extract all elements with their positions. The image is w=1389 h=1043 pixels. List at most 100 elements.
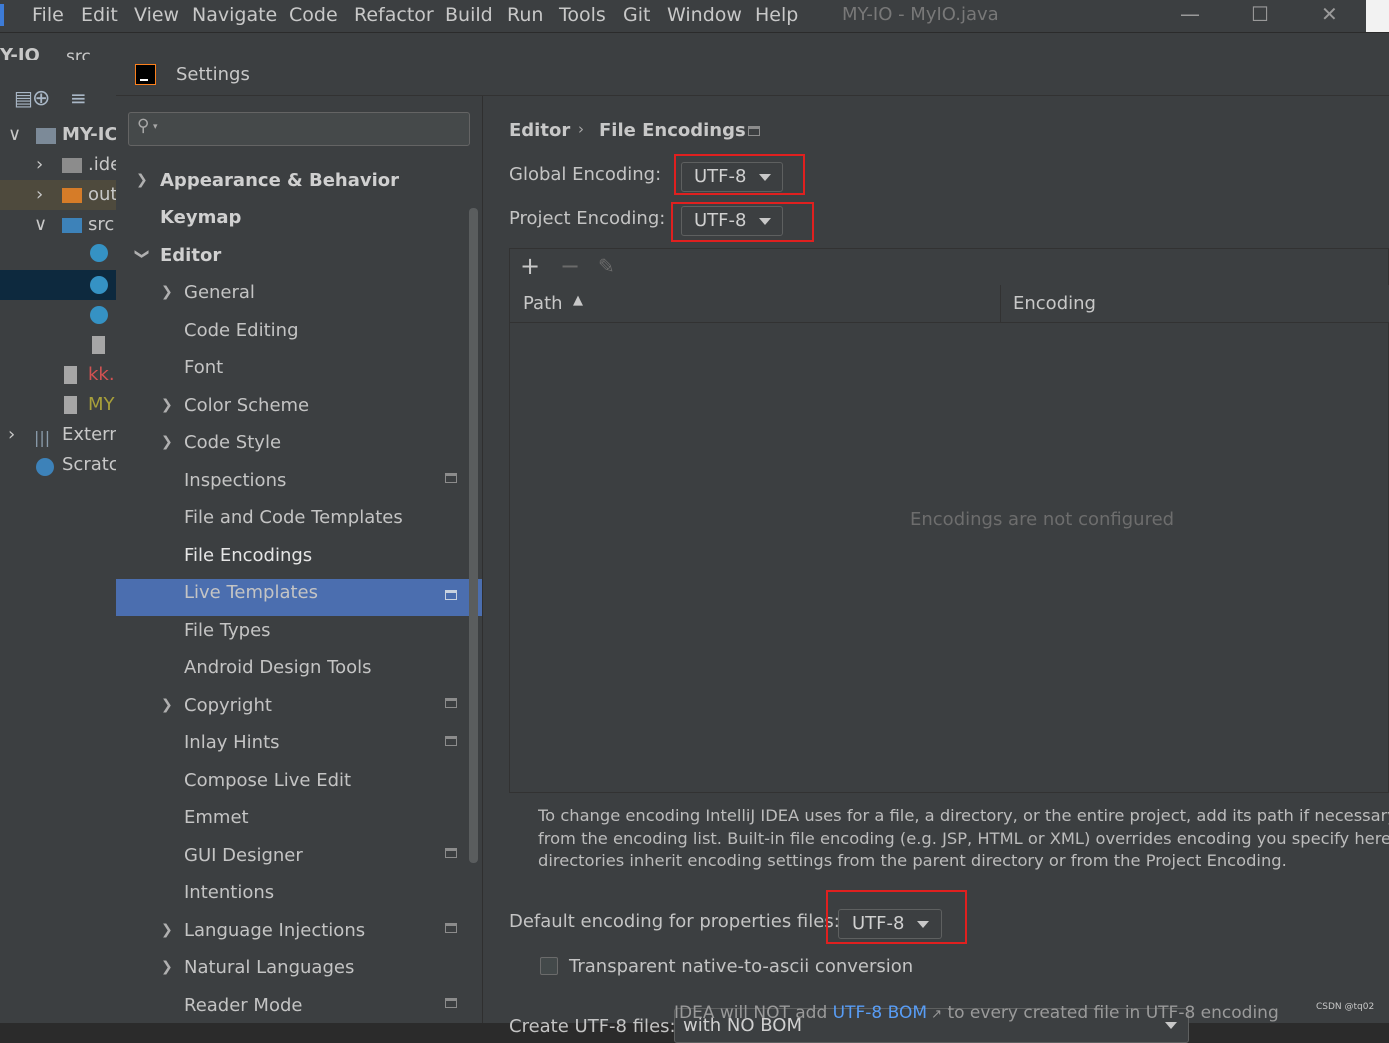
remove-icon[interactable]: − <box>560 252 580 280</box>
breadcrumb-separator-icon: › <box>578 120 584 138</box>
add-icon[interactable]: + <box>520 252 540 280</box>
project-view-icon[interactable]: ▤ <box>14 86 33 110</box>
project-scope-icon <box>445 736 457 746</box>
file-icon[interactable] <box>92 336 105 354</box>
native-ascii-label[interactable]: Transparent native-to-ascii conversion <box>569 956 913 977</box>
tree-android-design-tools[interactable]: Android Design Tools <box>184 657 372 678</box>
menu-run[interactable]: Run <box>507 4 543 26</box>
tree-file-code-templates[interactable]: File and Code Templates <box>184 507 403 528</box>
tree-item-src[interactable]: src <box>88 214 114 235</box>
help-line: To change encoding IntelliJ IDEA uses fo… <box>538 806 1389 825</box>
expand-icon[interactable]: ❯ <box>161 434 173 450</box>
tree-expand-icon[interactable]: › <box>36 154 43 175</box>
bom-note-pre: IDEA will NOT add <box>674 1003 833 1023</box>
menu-git[interactable]: Git <box>623 4 650 26</box>
tree-item-kk[interactable]: kk. <box>88 364 115 385</box>
tree-reader-mode[interactable]: Reader Mode <box>184 995 302 1016</box>
dialog-title-bar: Settings <box>116 53 1389 96</box>
menu-tools[interactable]: Tools <box>559 4 606 26</box>
expand-icon[interactable]: ❯ <box>161 284 173 300</box>
tree-item-my[interactable]: MY <box>88 394 115 415</box>
tree-inlay-hints[interactable]: Inlay Hints <box>184 732 280 753</box>
project-scope-icon <box>445 473 457 483</box>
project-tool-window: ▤ ⊕ ≡ ∨ MY-IC › .ide › out ∨ src kk. MY … <box>0 60 121 1023</box>
project-root[interactable]: MY-IC <box>62 124 118 145</box>
tree-keymap[interactable]: Keymap <box>160 207 241 228</box>
expand-icon[interactable]: ❯ <box>161 922 173 938</box>
maximize-icon[interactable]: ☐ <box>1251 2 1269 26</box>
tree-code-style[interactable]: Code Style <box>184 432 281 453</box>
native-ascii-checkbox[interactable] <box>540 957 558 975</box>
search-input[interactable]: ⚲ ▾ <box>128 112 470 146</box>
tree-color-scheme[interactable]: Color Scheme <box>184 395 309 416</box>
menu-file[interactable]: File <box>32 4 64 26</box>
breadcrumb-current: File Encodings <box>599 120 746 141</box>
bom-link[interactable]: UTF-8 BOM <box>833 1003 927 1023</box>
project-scope-icon <box>445 698 457 708</box>
tree-item-external[interactable]: Extern <box>62 424 121 445</box>
ide-logo-icon <box>0 4 4 26</box>
project-scope-icon <box>748 126 760 136</box>
project-scope-icon <box>445 590 457 600</box>
class-icon[interactable] <box>90 244 108 262</box>
tree-toggle-icon[interactable]: ∨ <box>34 214 47 235</box>
tree-live-templates[interactable]: Live Templates <box>184 582 318 603</box>
encodings-table: + − ✎ Path ▲ Encoding Encodings are not … <box>509 248 1389 793</box>
menu-refactor[interactable]: Refactor <box>354 4 434 26</box>
tree-appearance[interactable]: Appearance & Behavior <box>160 170 399 191</box>
class-icon[interactable] <box>90 276 108 294</box>
minimize-icon[interactable]: — <box>1180 2 1200 26</box>
tree-toggle-icon[interactable]: ∨ <box>8 124 21 145</box>
encoding-help-text: To change encoding IntelliJ IDEA uses fo… <box>538 805 1389 873</box>
tree-gui-designer[interactable]: GUI Designer <box>184 845 303 866</box>
project-encoding-label: Project Encoding: <box>509 208 666 229</box>
tree-compose-live-edit[interactable]: Compose Live Edit <box>184 770 351 791</box>
tree-general[interactable]: General <box>184 282 255 303</box>
expand-icon[interactable]: ❯ <box>161 397 173 413</box>
tree-inspections[interactable]: Inspections <box>184 470 286 491</box>
tree-font[interactable]: Font <box>184 357 223 378</box>
folder-icon <box>62 218 82 233</box>
class-icon[interactable] <box>90 306 108 324</box>
menu-view[interactable]: View <box>134 4 179 26</box>
table-header: Path ▲ Encoding <box>510 285 1389 323</box>
tree-language-injections[interactable]: Language Injections <box>184 920 365 941</box>
collapse-all-icon[interactable]: ≡ <box>70 86 87 110</box>
expand-icon[interactable]: ❯ <box>136 172 148 188</box>
search-icon: ⚲ <box>137 116 150 136</box>
expand-icon[interactable]: ❯ <box>161 959 173 975</box>
close-icon[interactable]: ✕ <box>1321 2 1338 26</box>
file-encodings-panel: Editor › File Encodings Global Encoding:… <box>483 96 1389 1043</box>
menu-code[interactable]: Code <box>289 4 338 26</box>
tree-file-encodings[interactable]: File Encodings <box>184 545 312 566</box>
menu-build[interactable]: Build <box>445 4 493 26</box>
tree-copyright[interactable]: Copyright <box>184 695 272 716</box>
tree-editor[interactable]: Editor <box>160 245 221 266</box>
tree-expand-icon[interactable]: › <box>36 184 43 205</box>
tree-item-scratches[interactable]: Scratc <box>62 454 119 475</box>
file-icon <box>64 396 77 414</box>
menu-help[interactable]: Help <box>755 4 798 26</box>
tree-intentions[interactable]: Intentions <box>184 882 274 903</box>
edit-icon[interactable]: ✎ <box>598 254 615 278</box>
breadcrumb-editor[interactable]: Editor <box>509 120 570 141</box>
column-encoding[interactable]: Encoding <box>1013 293 1096 314</box>
tree-expand-icon[interactable]: › <box>8 424 15 445</box>
expand-icon[interactable]: ❯ <box>161 697 173 713</box>
menu-window[interactable]: Window <box>667 4 742 26</box>
tree-file-types[interactable]: File Types <box>184 620 271 641</box>
tree-natural-languages[interactable]: Natural Languages <box>184 957 354 978</box>
module-folder-icon <box>36 128 56 144</box>
collapse-icon[interactable]: ❯ <box>134 248 150 260</box>
tree-scrollbar[interactable] <box>469 208 478 863</box>
tree-item-out[interactable]: out <box>88 184 117 205</box>
locate-icon[interactable]: ⊕ <box>32 86 50 111</box>
column-path[interactable]: Path <box>523 293 563 314</box>
column-divider[interactable] <box>1000 285 1001 322</box>
search-options-icon: ▾ <box>153 122 158 132</box>
tree-code-editing[interactable]: Code Editing <box>184 320 299 341</box>
menu-navigate[interactable]: Navigate <box>192 4 277 26</box>
menu-edit[interactable]: Edit <box>81 4 118 26</box>
tree-emmet[interactable]: Emmet <box>184 807 249 828</box>
empty-table-text: Encodings are not configured <box>910 509 1175 530</box>
